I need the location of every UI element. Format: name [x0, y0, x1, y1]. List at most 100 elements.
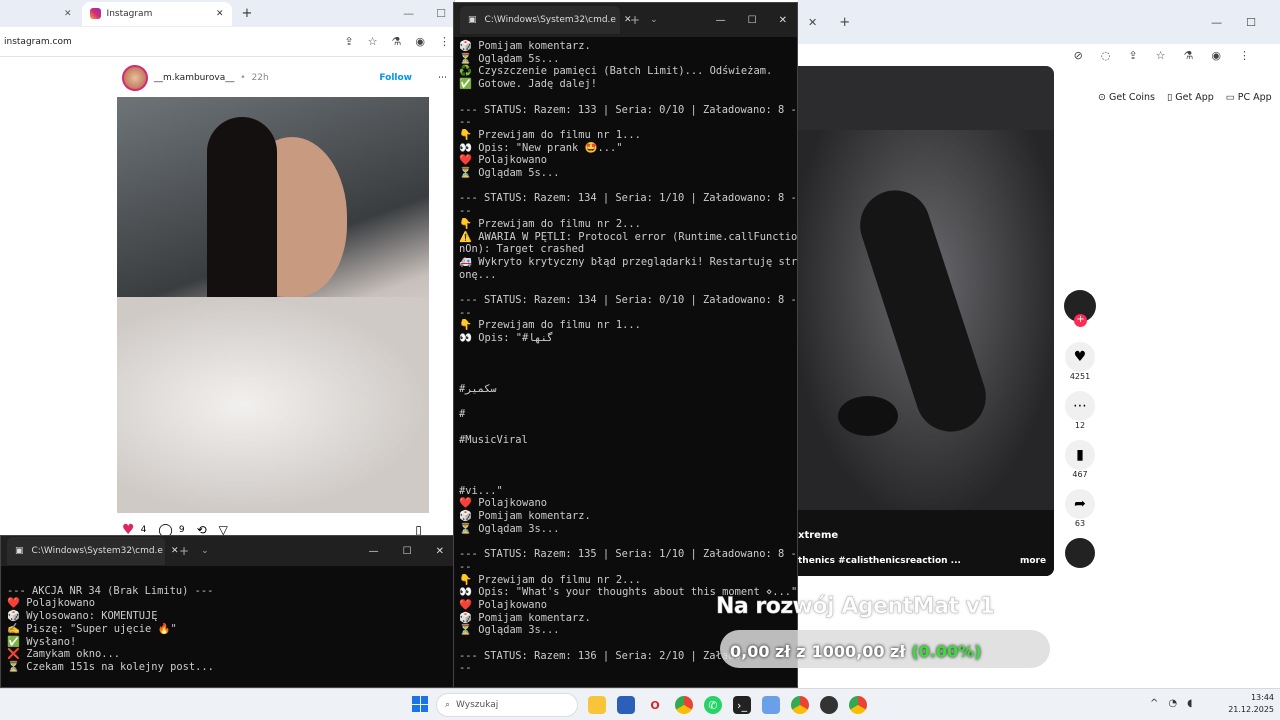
app-icon[interactable] — [617, 696, 635, 714]
close-icon[interactable]: ✕ — [436, 546, 444, 557]
start-button[interactable] — [412, 696, 428, 712]
eye-off-icon[interactable]: ◌ — [1101, 49, 1111, 62]
main-terminal-tab[interactable]: ▣ C:\Windows\System32\cmd.e ✕ — [460, 6, 632, 34]
video-player[interactable]: xtreme thenics #calisthenicsreaction ...… — [798, 66, 1054, 576]
like-count: 4 — [140, 525, 147, 535]
close-tab-icon[interactable]: ✕ — [808, 16, 817, 29]
chevron-down-icon[interactable]: ⌄ — [650, 15, 658, 25]
comment-count: 12 — [1074, 421, 1086, 430]
get-coins-button[interactable]: ⊙ Get Coins — [1098, 92, 1155, 103]
minimize-icon[interactable]: — — [369, 546, 379, 557]
menu-icon[interactable]: ⋮ — [439, 35, 450, 48]
terminal-line: ♻️ Czyszczenie pamięci (Batch Limit)... … — [459, 65, 773, 78]
star-icon[interactable]: ☆ — [368, 35, 378, 48]
maximize-icon[interactable]: ☐ — [748, 15, 757, 26]
terminal-line: onę... — [459, 268, 497, 281]
comment-button[interactable]: ⋯ — [1065, 391, 1095, 421]
maximize-icon[interactable]: ☐ — [403, 546, 412, 557]
creator-avatar[interactable]: + — [1064, 290, 1096, 327]
small-terminal-tab[interactable]: ▣ C:\Windows\System32\cmd.e ✕ — [7, 537, 179, 565]
chevron-up-icon[interactable]: ^ — [1150, 698, 1158, 709]
terminal-line: 👇 Przewijam do filmu nr 2... — [459, 217, 641, 230]
terminal-line: 👇 Przewijam do filmu nr 2... — [459, 573, 641, 586]
instagram-icon — [89, 8, 101, 19]
taskbar-search[interactable]: ⌕ Wyszukaj — [436, 693, 578, 717]
clock[interactable]: 13:44 21.12.2025 — [1218, 692, 1274, 716]
more-button[interactable]: more — [1020, 556, 1046, 566]
post-header: __m.kamburova__ • 22h Follow ⋯ — [122, 64, 447, 92]
maximize-icon[interactable]: ☐ — [436, 7, 446, 20]
save-count: 467 — [1072, 470, 1088, 479]
caption-tags: thenics #calisthenicsreaction ... — [798, 556, 961, 566]
chrome-icon[interactable] — [849, 696, 867, 714]
overlay-amount: 0,00 zł z 1000,00 zł (0.00%) — [730, 642, 982, 661]
share-button[interactable]: ➦ — [1065, 489, 1095, 519]
avatar[interactable] — [122, 65, 148, 91]
post-image[interactable] — [117, 97, 429, 513]
follow-plus-icon[interactable]: + — [1074, 314, 1087, 327]
share-count: 63 — [1074, 519, 1086, 528]
close-icon[interactable]: ✕ — [779, 15, 787, 26]
small-terminal-window: ▣ C:\Windows\System32\cmd.e ✕ + ⌄ — ☐ ✕ … — [0, 535, 455, 688]
file-explorer-icon[interactable] — [588, 696, 606, 714]
app-icon[interactable] — [762, 696, 780, 714]
lab-icon[interactable]: ⚗ — [1184, 49, 1194, 62]
main-terminal-title: C:\Windows\System32\cmd.e — [484, 15, 616, 25]
terminal-icon[interactable]: ›_ — [733, 696, 751, 714]
close-tab-icon[interactable]: ✕ — [171, 546, 179, 556]
get-app-button[interactable]: ▯ Get App — [1167, 92, 1214, 103]
more-options-icon[interactable]: ⋯ — [438, 73, 447, 83]
whatsapp-icon[interactable]: ✆ — [704, 696, 722, 714]
minimize-icon[interactable]: — — [403, 7, 414, 20]
terminal-icon: ▣ — [15, 546, 24, 556]
new-tab-icon[interactable]: + — [630, 13, 640, 27]
main-terminal-output[interactable]: 🎲 Pomijam komentarz. ⏳ Oglądam 5s... ♻️ Cz… — [454, 37, 797, 685]
account-icon[interactable]: ◉ — [415, 35, 425, 48]
music-disc-icon[interactable] — [1065, 538, 1095, 568]
address-bar: instagram.com ⇪ ☆ ⚗ ◉ ⋮ — [0, 27, 454, 57]
install-icon[interactable]: ⇪ — [1128, 49, 1137, 62]
volume-icon[interactable]: ◖ — [1187, 698, 1192, 709]
save-button[interactable]: ▮ — [1065, 440, 1095, 470]
tab-instagram[interactable]: Instagram ✕ — [81, 1, 232, 26]
minimize-icon[interactable]: — — [1211, 16, 1222, 29]
chrome-icon[interactable] — [675, 696, 693, 714]
post-username[interactable]: __m.kamburova__ — [154, 73, 234, 83]
comment-count: 9 — [178, 525, 185, 535]
like-button[interactable]: ♥ — [1065, 342, 1095, 372]
close-tab-icon[interactable]: ✕ — [216, 9, 224, 19]
lab-icon[interactable]: ⚗ — [392, 35, 402, 48]
pc-app-button[interactable]: ▭ PC App — [1226, 92, 1272, 103]
terminal-line: #MusicViral — [459, 433, 528, 446]
close-icon[interactable]: ✕ — [64, 9, 72, 19]
chrome-icon[interactable] — [791, 696, 809, 714]
maximize-icon[interactable]: ☐ — [1246, 16, 1256, 29]
terminal-line: 👀 Opis: "New prank 🤩..." — [459, 141, 623, 154]
follow-button[interactable]: Follow — [379, 73, 412, 83]
new-tab-icon[interactable]: + — [179, 544, 189, 558]
address-input[interactable]: instagram.com — [4, 37, 72, 47]
install-icon[interactable]: ⇪ — [344, 35, 353, 48]
terminal-line: #vi..." — [459, 484, 503, 497]
small-terminal-output[interactable]: --- AKCJA NR 34 (Brak Limitu) --- ❤️ Pola… — [1, 566, 454, 674]
account-icon[interactable]: ◉ — [1211, 49, 1221, 62]
menu-icon[interactable]: ⋮ — [1239, 49, 1250, 62]
address-actions: ⇪ ☆ ⚗ ◉ ⋮ — [344, 35, 450, 48]
chevron-down-icon[interactable]: ⌄ — [201, 546, 209, 556]
minimize-icon[interactable]: — — [716, 15, 726, 26]
new-tab-icon[interactable]: + — [242, 6, 253, 21]
system-tray: ^ ◔ ◖ — [1150, 698, 1192, 709]
terminal-line: 🎲 Pomijam komentarz. — [459, 510, 591, 523]
tiktok-side-actions: + ♥ 4251 ⋯ 12 ▮ 467 ➦ 63 — [1060, 290, 1100, 568]
network-icon[interactable]: ◔ — [1168, 698, 1177, 709]
main-terminal-tab-bar: ▣ C:\Windows\System32\cmd.e ✕ + ⌄ — ☐ ✕ — [454, 3, 797, 37]
clock-time: 13:44 — [1250, 693, 1274, 702]
new-tab-icon[interactable]: + — [839, 15, 850, 30]
opera-icon[interactable]: O — [646, 696, 664, 714]
star-icon[interactable]: ☆ — [1156, 49, 1166, 62]
translate-icon[interactable]: ⊘ — [1074, 49, 1083, 62]
app-icon[interactable] — [820, 696, 838, 714]
terminal-line: 🚑 Wykryto krytyczny błąd przeglądarki! R… — [459, 255, 797, 268]
